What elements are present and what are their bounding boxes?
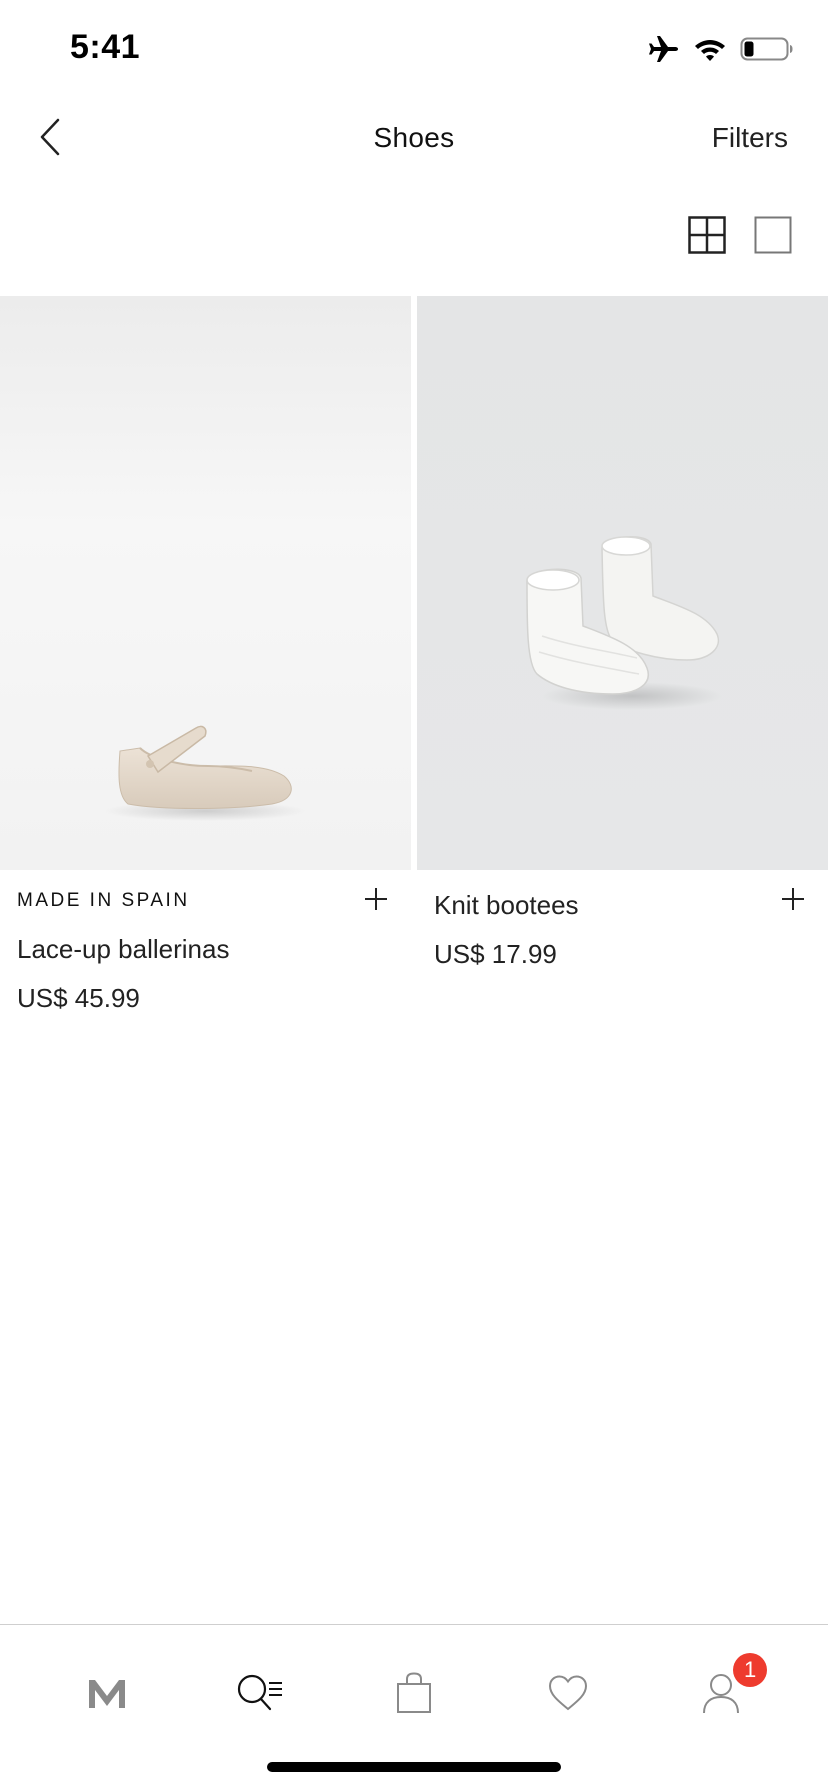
tab-bag[interactable] [384, 1665, 444, 1725]
product-name[interactable]: Lace-up ballerinas [17, 934, 395, 965]
view-toggle [688, 215, 792, 259]
add-to-bag-button[interactable] [361, 884, 391, 914]
tab-home[interactable] [77, 1665, 137, 1725]
battery-icon [740, 36, 794, 62]
single-view-button[interactable] [754, 216, 792, 259]
product-card[interactable]: Knit bootees US$ 17.99 [417, 296, 828, 1014]
product-image[interactable] [417, 296, 828, 870]
knit-bootees-image [526, 536, 722, 710]
add-to-bag-button[interactable] [778, 884, 808, 914]
status-time: 5:41 [70, 28, 141, 66]
search-menu-icon [236, 1673, 284, 1718]
bag-icon [395, 1671, 433, 1719]
grid-4-icon [688, 215, 726, 259]
plus-icon [778, 888, 808, 918]
filters-button[interactable]: Filters [712, 122, 788, 154]
tab-bar: 1 [0, 1624, 828, 1792]
home-logo-icon [87, 1676, 127, 1715]
product-tag: MADE IN SPAIN [17, 890, 190, 911]
status-icons [648, 34, 794, 64]
airplane-icon [648, 34, 680, 64]
tab-items: 1 [0, 1653, 828, 1725]
page-title: Shoes [373, 122, 455, 153]
product-card[interactable]: MADE IN SPAIN Lace-up ballerinas US$ 45.… [0, 296, 411, 1014]
product-info: MADE IN SPAIN Lace-up ballerinas US$ 45.… [0, 870, 411, 1014]
wifi-icon [694, 36, 726, 62]
plus-icon [361, 888, 391, 918]
product-image[interactable] [0, 296, 411, 870]
notification-badge: 1 [733, 1653, 768, 1687]
grid-1-icon [754, 216, 792, 259]
tab-favorites[interactable] [538, 1665, 598, 1725]
product-price: US$ 17.99 [434, 939, 557, 969]
product-info: Knit bootees US$ 17.99 [417, 870, 828, 970]
heart-icon [547, 1674, 589, 1717]
product-price: US$ 45.99 [17, 983, 140, 1013]
status-bar: 5:41 [0, 0, 828, 100]
grid-view-button[interactable] [688, 215, 726, 259]
product-name[interactable]: Knit bootees [434, 890, 812, 921]
nav-header: Shoes Filters [0, 100, 828, 180]
home-indicator [267, 1762, 561, 1772]
tab-search[interactable] [230, 1665, 290, 1725]
tab-profile[interactable]: 1 [691, 1653, 768, 1725]
ballerina-shoe-image [105, 725, 305, 821]
product-grid: MADE IN SPAIN Lace-up ballerinas US$ 45.… [0, 296, 828, 1014]
